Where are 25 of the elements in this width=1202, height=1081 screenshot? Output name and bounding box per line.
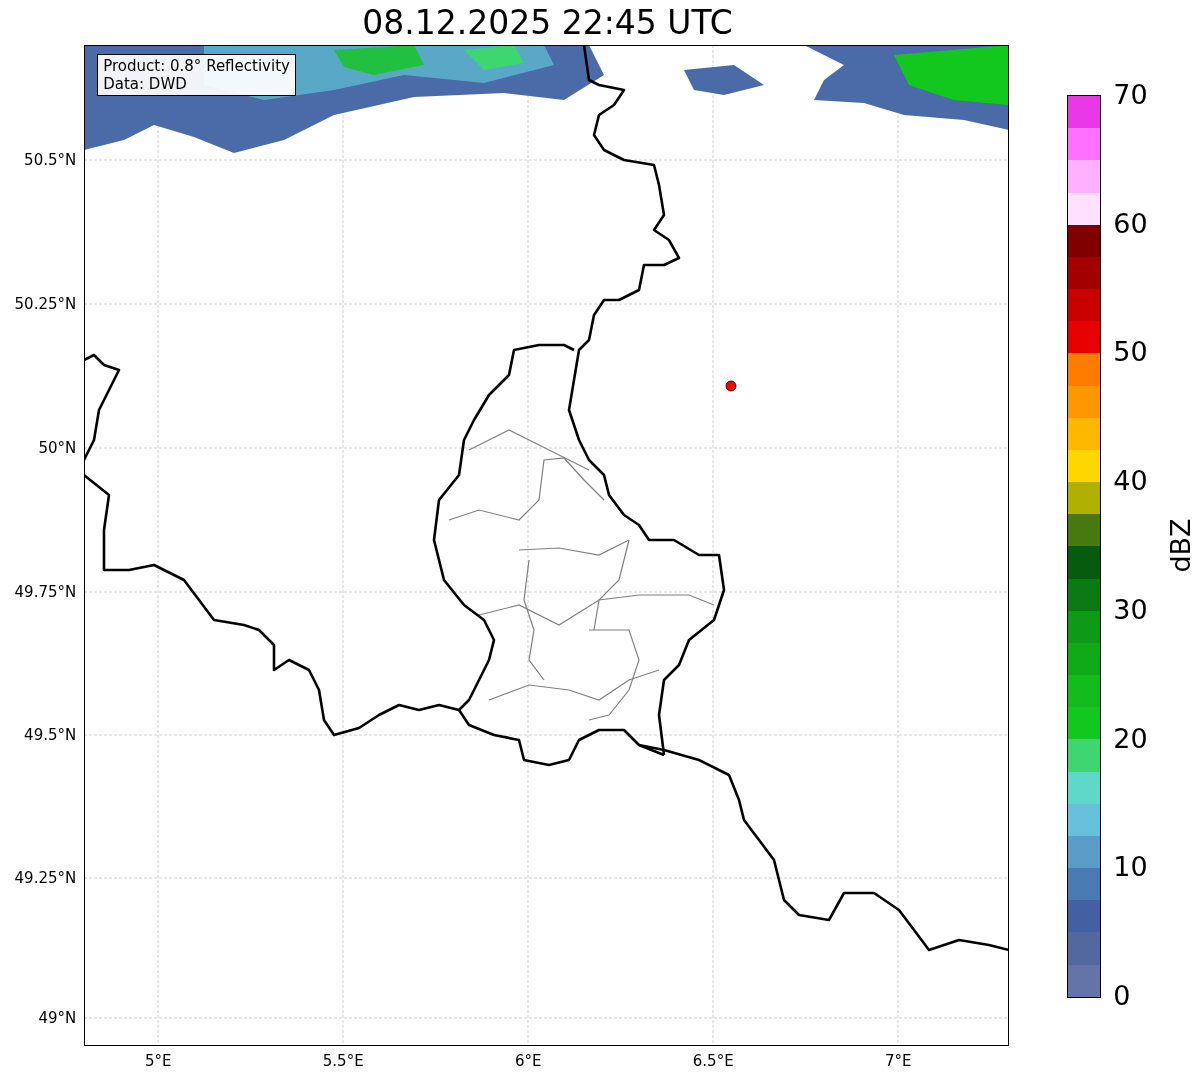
latitude-label: 49.25°N xyxy=(14,869,77,887)
longitude-label: 6°E xyxy=(514,1052,542,1070)
plot-title: 08.12.2025 22:45 UTC xyxy=(361,2,734,44)
latitude-label: 50.25°N xyxy=(14,295,77,313)
colorbar-tick-label: 70 xyxy=(1112,80,1148,110)
colorbar-tick-label: 40 xyxy=(1112,466,1148,497)
colorbar-label: dBZ xyxy=(1164,518,1196,573)
latitude-label: 50.5°N xyxy=(24,151,77,169)
longitude-label: 7°E xyxy=(884,1052,912,1070)
annotation-text: Product: 0.8° Reflectivity xyxy=(103,57,290,75)
colorbar-tick-label: 30 xyxy=(1112,594,1148,625)
longitude-label: 5°E xyxy=(144,1052,172,1070)
location-marker-icon xyxy=(725,380,737,392)
longitude-label: 6.5°E xyxy=(692,1052,734,1070)
latitude-label: 50°N xyxy=(38,439,77,457)
colorbar-tick-label: 60 xyxy=(1112,208,1148,239)
colorbar-tick-label: 10 xyxy=(1112,852,1148,883)
latitude-label: 49°N xyxy=(38,1009,77,1027)
annotation-text: Data: DWD xyxy=(103,75,188,93)
latitude-label: 49.75°N xyxy=(14,583,77,601)
colorbar-tick-label: 0 xyxy=(1112,981,1131,1011)
colorbar-tick-label: 50 xyxy=(1112,337,1148,368)
colorbar-tick-label: 20 xyxy=(1112,723,1148,754)
latitude-label: 49.5°N xyxy=(24,726,77,744)
longitude-label: 5.5°E xyxy=(322,1052,364,1070)
